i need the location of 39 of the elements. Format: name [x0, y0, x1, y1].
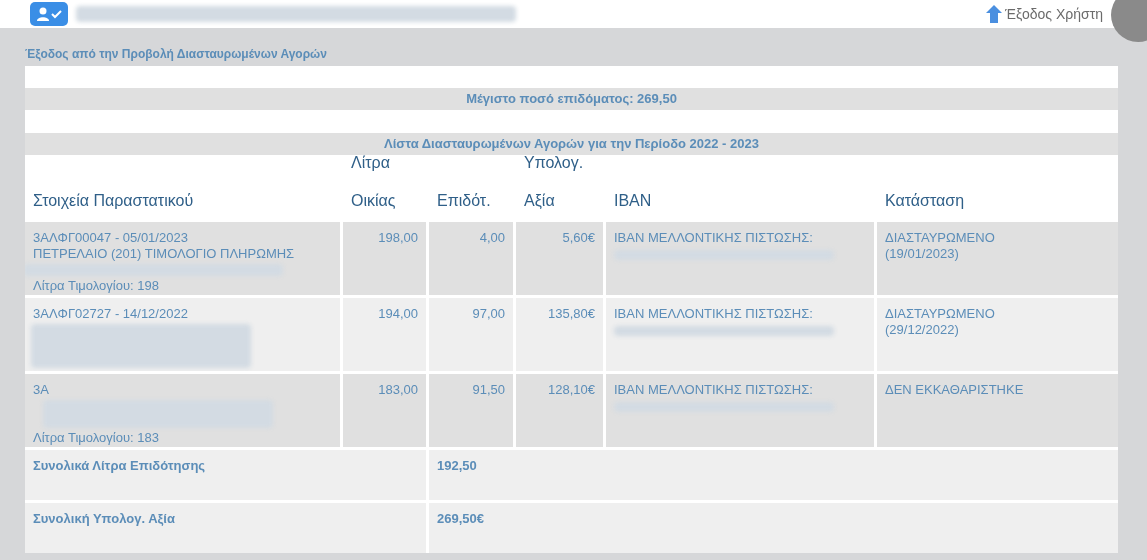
- table-cell: 97,00: [429, 298, 513, 371]
- status-text: (29/12/2022): [885, 322, 960, 338]
- table-cell: 5,60€: [516, 222, 603, 295]
- column-header: Στοιχεία Παραστατικού: [33, 191, 195, 211]
- column-header: IBAN: [614, 191, 653, 211]
- total-value: 269,50€: [429, 503, 1118, 553]
- column-header: Κατάσταση: [885, 191, 966, 211]
- table-cell: 128,10€: [516, 374, 603, 447]
- table-cell: 198,00: [343, 222, 426, 295]
- table-cell: 135,80€: [516, 298, 603, 371]
- logout-button[interactable]: Έξοδος Χρήστη: [985, 3, 1103, 25]
- max-amount: Μέγιστο ποσό επιδόματος: 269,50: [25, 88, 1118, 110]
- list-title: Λίστα Διασταυρωμένων Αγορών για την Περίοδο 2022 - 2023: [25, 133, 1118, 155]
- total-label: Συνολική Υπολογ. Αξία: [25, 503, 426, 553]
- column-header: Αξία: [524, 191, 556, 211]
- document-line: Λίτρα Τιμολογίου: 198: [33, 278, 160, 294]
- status-text: (19/01/2023): [885, 246, 960, 262]
- column-header: Οικίας: [351, 191, 397, 211]
- column-header: Λίτρα: [351, 153, 390, 173]
- iban-label: ΙΒΑΝ ΜΕΛΛΟΝΤΙΚΗΣ ΠΙΣΤΩΣΗΣ:: [614, 382, 814, 398]
- table-cell: 194,00: [343, 298, 426, 371]
- total-value: 192,50: [429, 450, 1118, 500]
- document-line: 3Α: [33, 382, 50, 398]
- iban-label: ΙΒΑΝ ΜΕΛΛΟΝΤΙΚΗΣ ΠΙΣΤΩΣΗΣ:: [614, 306, 814, 322]
- column-header: Υπολογ.: [524, 153, 584, 173]
- table-cell: 91,50: [429, 374, 513, 447]
- total-label: Συνολικά Λίτρα Επιδότησης: [25, 450, 426, 500]
- status-text: ΔΙΑΣΤΑΥΡΩΜΕΝΟ: [885, 230, 996, 246]
- column-header: Επιδότ.: [437, 191, 492, 211]
- arrow-up-icon: [985, 4, 1004, 24]
- status-text: ΔΙΑΣΤΑΥΡΩΜΕΝΟ: [885, 306, 996, 322]
- iban-label: ΙΒΑΝ ΜΕΛΛΟΝΤΙΚΗΣ ΠΙΣΤΩΣΗΣ:: [614, 230, 814, 246]
- document-line: Λίτρα Τιμολογίου: 183: [33, 430, 160, 446]
- table-cell: 4,00: [429, 222, 513, 295]
- document-line: 3ΑΛΦΓ00047 - 05/01/2023: [33, 230, 189, 246]
- table-cell: 183,00: [343, 374, 426, 447]
- document-line: ΠΕΤΡΕΛΑΙΟ (201) ΤΙΜΟΛΟΓΙΟ ΠΛΗΡΩΜΗΣ: [33, 246, 296, 262]
- status-text: ΔΕΝ ΕΚΚΑΘΑΡΙΣΤΗΚΕ: [885, 382, 1025, 398]
- document-line: 3ΑΛΦΓ02727 - 14/12/2022: [33, 306, 189, 322]
